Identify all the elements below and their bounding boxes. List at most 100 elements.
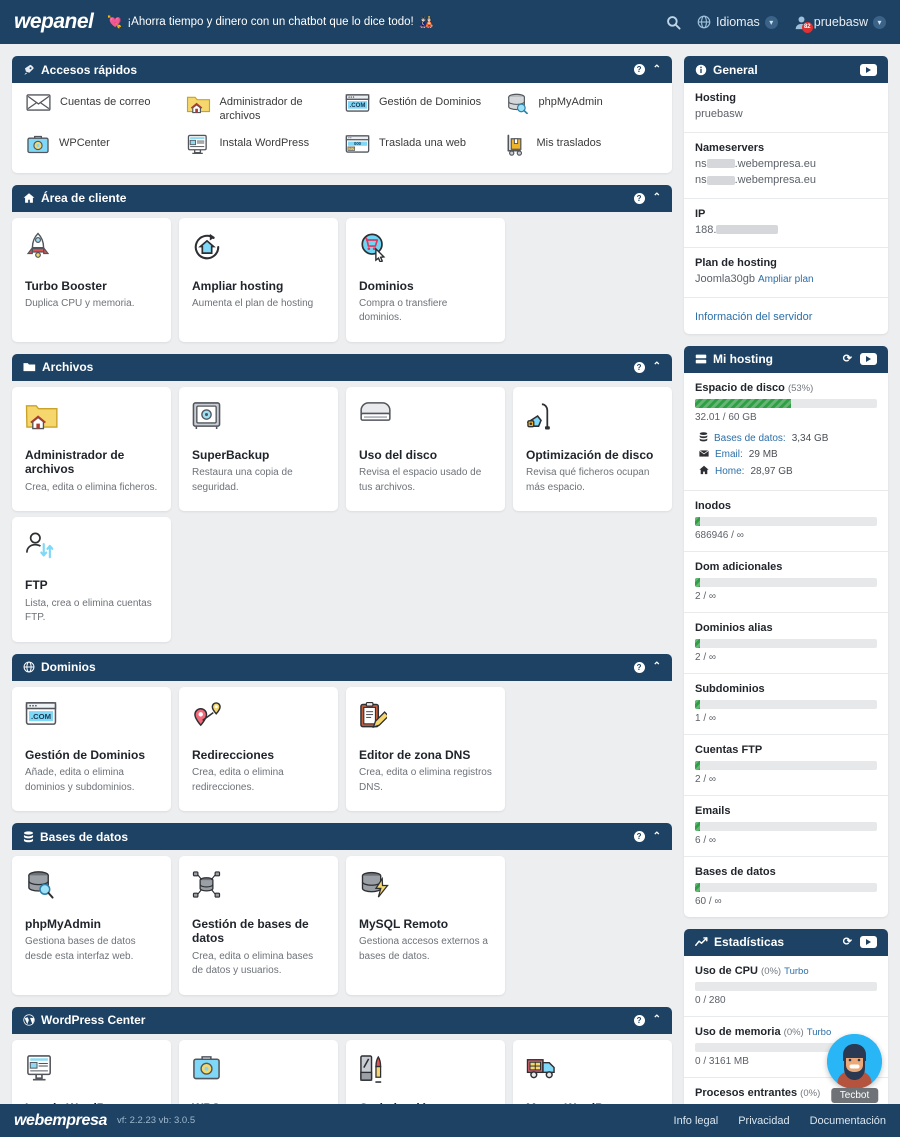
meter-label: Dom adicionales bbox=[695, 560, 783, 573]
meter-name: Uso de memoria bbox=[695, 1025, 781, 1038]
meter-label: Dominios alias bbox=[695, 621, 773, 634]
quick-access-item[interactable]: Cuentas de correo bbox=[26, 93, 180, 124]
footer-link-documentacion[interactable]: Documentación bbox=[810, 1115, 886, 1127]
chevron-up-icon[interactable]: ⌃ bbox=[653, 1015, 661, 1025]
video-icon[interactable] bbox=[860, 63, 877, 76]
upgrade-home-icon bbox=[192, 232, 325, 266]
help-icon[interactable]: ? bbox=[633, 661, 645, 673]
card-desc: Gestiona accesos externos a bases de dat… bbox=[359, 936, 488, 962]
footer-link-privacidad[interactable]: Privacidad bbox=[738, 1115, 789, 1127]
card-dominios[interactable]: Dominios Compra o transfiere dominios. bbox=[346, 217, 505, 342]
panel-accesos-rapidos: Accesos rápidos ? ⌃ Cuentas de correo Ad… bbox=[12, 56, 672, 173]
panel-title: Archivos bbox=[42, 360, 94, 375]
card-gestion-de-bases-de-datos[interactable]: Gestión de bases de datos Crea, edita o … bbox=[179, 856, 338, 995]
help-icon[interactable]: ? bbox=[633, 361, 645, 373]
breakdown-item[interactable]: Bases de datos: 3,34 GB bbox=[695, 430, 877, 447]
language-selector[interactable]: Idiomas ▾ bbox=[697, 15, 778, 29]
card-administrador-de-archivos[interactable]: Administrador de archivos Crea, edita o … bbox=[12, 386, 171, 512]
card-uso-del-disco[interactable]: Uso del disco Revisa el espacio usado de… bbox=[346, 386, 505, 512]
help-icon[interactable]: ? bbox=[633, 192, 645, 204]
panel-bases-de-datos: Bases de datos ? ⌃ phpMyAdmin Gestiona b… bbox=[12, 823, 672, 995]
chevron-up-icon[interactable]: ⌃ bbox=[653, 64, 661, 75]
footer-link-info-legal[interactable]: Info legal bbox=[674, 1115, 719, 1127]
turbo-link[interactable]: Turbo bbox=[784, 966, 808, 977]
ampliar-plan-link[interactable]: Ampliar plan bbox=[758, 274, 814, 285]
help-icon[interactable]: ? bbox=[633, 64, 645, 75]
chevron-up-icon[interactable]: ⌃ bbox=[653, 193, 661, 203]
panel-archivos: Archivos ? ⌃ Administrador de archivos C… bbox=[12, 353, 672, 642]
user-menu[interactable]: 82 pruebasw ▾ bbox=[794, 15, 886, 33]
refresh-icon[interactable]: ⟳ bbox=[843, 936, 852, 948]
server-info-link[interactable]: Información del servidor bbox=[695, 311, 812, 323]
refresh-icon[interactable]: ⟳ bbox=[843, 353, 852, 365]
card-desc: Compra o transfiere dominios. bbox=[359, 297, 448, 324]
video-icon[interactable] bbox=[860, 936, 877, 948]
video-icon[interactable] bbox=[860, 353, 877, 365]
breakdown-label: Bases de datos: bbox=[714, 432, 786, 444]
wepanel-logo[interactable]: wepanel bbox=[14, 10, 94, 34]
chevron-up-icon[interactable]: ⌃ bbox=[653, 362, 661, 372]
database-icon bbox=[699, 431, 708, 445]
quick-access-item[interactable]: Instala WordPress bbox=[186, 134, 340, 161]
panel-tools: ⟳ bbox=[843, 353, 877, 365]
quick-access-item[interactable]: WPCenter bbox=[26, 134, 180, 161]
tecbot-widget[interactable]: Tecbot bbox=[827, 1034, 882, 1103]
sidebar-panel-mi-hosting: Mi hosting ⟳ Espacio de disco (53%) 32.0… bbox=[684, 345, 888, 917]
card-title: Gestión de Dominios bbox=[25, 747, 146, 762]
panel-header: Archivos ? ⌃ bbox=[12, 353, 672, 381]
card-redirecciones[interactable]: Redirecciones Crea, edita o elimina redi… bbox=[179, 686, 338, 812]
card-editor-de-zona-dns[interactable]: Editor de zona DNS Crea, edita o elimina… bbox=[346, 686, 505, 812]
rocket-icon bbox=[23, 64, 35, 76]
sidebar: General Hosting pruebasw Nameservers ns.… bbox=[684, 56, 888, 1137]
card-mysql-remoto[interactable]: MySQL Remoto Gestiona accesos externos a… bbox=[346, 856, 505, 995]
progress-bar bbox=[695, 981, 877, 991]
quick-access-item[interactable]: phpMyAdmin bbox=[505, 93, 659, 124]
breakdown-value: 3,34 GB bbox=[791, 432, 829, 444]
panel-title: Mi hosting bbox=[713, 352, 773, 366]
card-gestion-de-dominios[interactable]: .COM Gestión de Dominios Añade, edita o … bbox=[12, 686, 171, 812]
general-row-ip: IP 188. bbox=[684, 199, 888, 248]
help-icon[interactable]: ? bbox=[633, 1014, 645, 1026]
meter-pct: (0%) bbox=[800, 1087, 821, 1099]
meter-name: Espacio de disco bbox=[695, 381, 785, 394]
breakdown-label: Home: bbox=[715, 465, 745, 477]
search-icon[interactable] bbox=[666, 15, 681, 30]
panel-title: Estadísticas bbox=[714, 935, 785, 949]
clipboard-pencil-icon bbox=[359, 701, 492, 735]
meter-inodos: Inodos 686946 / ∞ bbox=[684, 491, 888, 552]
meter-subdominios: Subdominios 1 / ∞ bbox=[684, 674, 888, 735]
quick-access-item[interactable]: .COM Gestión de Dominios bbox=[345, 93, 499, 124]
row-value: ns .webempresa.eu bbox=[695, 156, 877, 173]
card-superbackup[interactable]: SuperBackup Restaura una copia de seguri… bbox=[179, 386, 338, 512]
quick-access-item[interactable]: Administrador de archivos bbox=[186, 93, 340, 124]
info-icon bbox=[695, 64, 707, 76]
promo-banner[interactable]: 💘 ¡Ahorra tiempo y dinero con un chatbot… bbox=[107, 15, 433, 29]
panel-header: Dominios ? ⌃ bbox=[12, 653, 672, 681]
card-title: Uso del disco bbox=[359, 447, 438, 462]
panel-header: Bases de datos ? ⌃ bbox=[12, 823, 672, 851]
notification-badge: 82 bbox=[801, 21, 813, 33]
help-icon[interactable]: ? bbox=[633, 831, 645, 843]
folder-home-icon bbox=[25, 401, 158, 435]
chevron-up-icon[interactable]: ⌃ bbox=[653, 831, 661, 842]
ns1-prefix: ns bbox=[695, 157, 707, 170]
meter-dom-adicionales: Dom adicionales 2 / ∞ bbox=[684, 552, 888, 613]
card-phpmyadmin[interactable]: phpMyAdmin Gestiona bases de datos desde… bbox=[12, 856, 171, 995]
meter-emails: Emails 6 / ∞ bbox=[684, 796, 888, 857]
card-optimizacion-de-disco[interactable]: Optimización de disco Revisa qué fichero… bbox=[513, 386, 672, 512]
row-value: ns .webempresa.eu bbox=[695, 172, 877, 189]
quick-access-item[interactable]: 000 3.0 Traslada una web bbox=[345, 134, 499, 161]
card-ftp[interactable]: FTP Lista, crea o elimina cuentas FTP. bbox=[12, 517, 171, 642]
meter-label: Emails bbox=[695, 804, 731, 817]
breakdown-item[interactable]: Email: 29 MB bbox=[695, 447, 877, 463]
panel-title: Bases de datos bbox=[40, 829, 129, 844]
card-turbo-booster[interactable]: Turbo Booster Duplica CPU y memoria. bbox=[12, 217, 171, 342]
card-ampliar-hosting[interactable]: Ampliar hosting Aumenta el plan de hosti… bbox=[179, 217, 338, 342]
promo-emoji-left: 💘 bbox=[107, 15, 123, 29]
webempresa-logo[interactable]: webempresa bbox=[14, 1112, 107, 1130]
plan-value: Joomla30gb bbox=[695, 273, 755, 285]
chevron-up-icon[interactable]: ⌃ bbox=[653, 662, 661, 672]
breakdown-item[interactable]: Home: 28,97 GB bbox=[695, 463, 877, 480]
quick-access-item[interactable]: Mis traslados bbox=[505, 134, 659, 161]
panel-header: Área de cliente ? ⌃ bbox=[12, 184, 672, 212]
